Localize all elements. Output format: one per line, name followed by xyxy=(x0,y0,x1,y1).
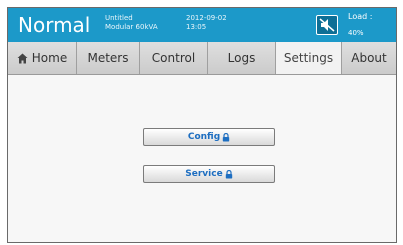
speaker-mute-icon xyxy=(319,18,335,32)
tab-label: Logs xyxy=(227,51,256,65)
system-status: Normal xyxy=(18,13,91,37)
tab-label: Meters xyxy=(87,51,129,65)
ups-panel: Normal Untitled Modular 60kVA 2012-09-02… xyxy=(7,7,397,243)
tab-bar: Home Meters Control Logs Settings About xyxy=(8,42,396,75)
load-indicator: Load : 40% xyxy=(348,11,372,38)
tab-meters[interactable]: Meters xyxy=(77,42,140,74)
tab-label: Settings xyxy=(283,51,334,65)
load-value: 40% xyxy=(348,29,364,37)
service-button[interactable]: Service xyxy=(143,165,275,183)
config-button-label: Config xyxy=(187,132,221,142)
tab-label: About xyxy=(351,51,387,65)
settings-content: Config Service xyxy=(8,75,396,242)
service-button-label: Service xyxy=(185,169,223,179)
home-icon xyxy=(17,53,28,63)
tab-settings[interactable]: Settings xyxy=(276,42,342,74)
header-bar: Normal Untitled Modular 60kVA 2012-09-02… xyxy=(8,8,396,42)
date-text: 2012-09-02 xyxy=(186,14,227,22)
load-label: Load : xyxy=(348,12,373,21)
model-name: Untitled xyxy=(105,14,133,22)
config-button[interactable]: Config xyxy=(143,128,275,146)
date-time: 2012-09-02 13:05 xyxy=(186,14,227,32)
tab-label: Home xyxy=(31,51,68,65)
model-info: Untitled Modular 60kVA xyxy=(105,14,158,32)
lock-icon xyxy=(222,132,230,141)
model-rating: Modular 60kVA xyxy=(105,23,158,31)
alarm-mute-button[interactable] xyxy=(316,15,338,35)
time-text: 13:05 xyxy=(186,23,207,31)
tab-label: Control xyxy=(151,51,196,65)
tab-control[interactable]: Control xyxy=(140,42,208,74)
tab-home[interactable]: Home xyxy=(8,42,77,74)
tab-logs[interactable]: Logs xyxy=(208,42,276,74)
tab-about[interactable]: About xyxy=(342,42,396,74)
lock-icon xyxy=(225,169,232,178)
